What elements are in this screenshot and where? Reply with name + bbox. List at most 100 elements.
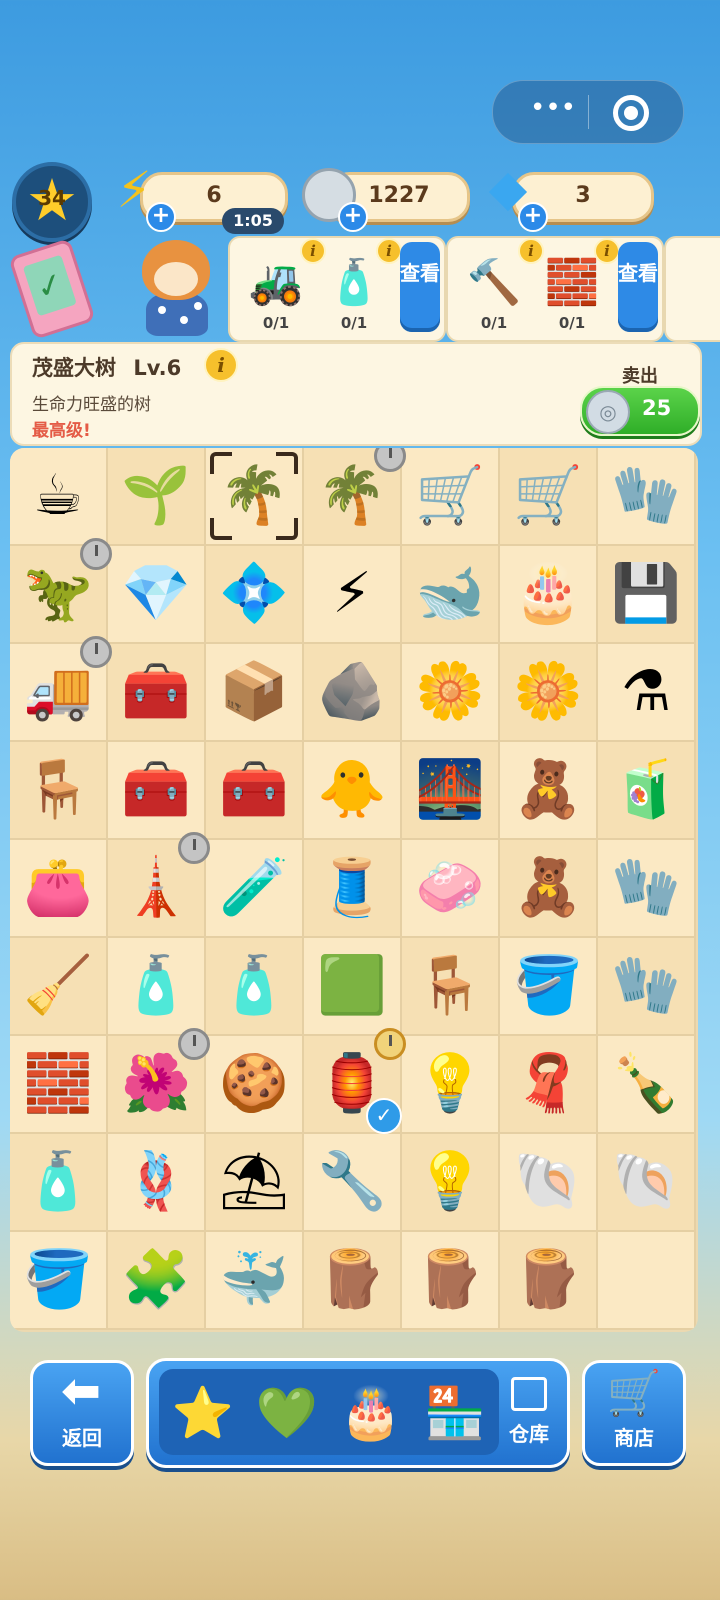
- board-cell[interactable]: 🪣: [500, 938, 598, 1036]
- board-cell[interactable]: 🧰: [206, 742, 304, 840]
- board-cell[interactable]: 🪢: [108, 1134, 206, 1232]
- board-cell[interactable]: 💡: [402, 1036, 500, 1134]
- board-cell[interactable]: 🧸: [500, 840, 598, 938]
- info-icon[interactable]: i: [300, 238, 326, 264]
- board-cell[interactable]: 🧤: [598, 938, 696, 1036]
- board-cell[interactable]: 🗼: [108, 832, 210, 938]
- board-cell[interactable]: 🟩: [304, 938, 402, 1036]
- board-cell[interactable]: 🪵: [304, 1232, 402, 1330]
- board-cell[interactable]: 🌴: [304, 448, 406, 546]
- board-cell[interactable]: 🧸: [500, 742, 598, 840]
- view-task-button[interactable]: 查看: [400, 242, 440, 332]
- board-cell[interactable]: 🛒: [500, 448, 598, 546]
- item-info-icon[interactable]: i: [204, 348, 238, 382]
- pisces-star-icon[interactable]: ⭐: [165, 1375, 241, 1451]
- board-cell[interactable]: 🪣: [10, 1232, 108, 1330]
- board-cell[interactable]: ⛱: [206, 1134, 304, 1232]
- coffee-bean-sack-icon: ☕: [32, 463, 84, 528]
- board-cell[interactable]: 🪑: [402, 938, 500, 1036]
- board-cell[interactable]: [598, 1232, 696, 1330]
- add-energy-button[interactable]: +: [146, 202, 176, 232]
- board-cell[interactable]: 🚚: [10, 636, 112, 742]
- board-cell[interactable]: 💎: [108, 546, 206, 644]
- shop-button[interactable]: 🛒 商店: [582, 1360, 686, 1466]
- board-cell[interactable]: 🧣: [500, 1036, 598, 1134]
- board-cell[interactable]: 🧴: [206, 938, 304, 1036]
- board-cell[interactable]: 🪵: [500, 1232, 598, 1330]
- board-cell[interactable]: 🪵: [402, 1232, 500, 1330]
- task-card-1[interactable]: 🚜 0/1 🧴 0/1 i i 查看: [228, 236, 446, 342]
- more-menu-icon[interactable]: •••: [523, 95, 583, 123]
- board-cell[interactable]: 🐋: [402, 546, 500, 644]
- board-cell[interactable]: 🧤: [598, 840, 696, 938]
- board-cell[interactable]: 🧵: [304, 840, 402, 938]
- board-cell[interactable]: 🧹: [10, 938, 108, 1036]
- board-cell[interactable]: 🔧: [304, 1134, 402, 1232]
- task-item-count: 0/1: [480, 314, 508, 332]
- task-card-2[interactable]: 🔨 0/1 🧱 0/1 i i 查看: [446, 236, 664, 342]
- board-cell[interactable]: 🧰: [108, 644, 206, 742]
- shiba-mascot[interactable]: [132, 232, 222, 336]
- board-cell[interactable]: 🧩: [108, 1232, 206, 1330]
- board-cell[interactable]: ⚗: [598, 644, 696, 742]
- board-cell[interactable]: 🍪: [206, 1036, 304, 1134]
- wooden-chair-icon: 🪑: [23, 757, 93, 822]
- info-icon[interactable]: i: [594, 238, 620, 264]
- board-cell[interactable]: 🌉: [402, 742, 500, 840]
- storage-button[interactable]: 仓库: [497, 1369, 561, 1457]
- board-cell[interactable]: 🧴: [108, 938, 206, 1036]
- board-cell[interactable]: 🧪: [206, 840, 304, 938]
- close-target-icon[interactable]: [613, 95, 649, 131]
- board-cell[interactable]: 👛: [10, 840, 108, 938]
- back-button[interactable]: ⬅ 返回: [30, 1360, 134, 1466]
- board-cell[interactable]: 🐚: [598, 1134, 696, 1232]
- sell-button[interactable]: ◎ 25: [580, 386, 700, 436]
- leo-heart-bottle-icon[interactable]: 💚: [249, 1375, 325, 1451]
- board-cell[interactable]: 🐳: [206, 1232, 304, 1330]
- board-cell[interactable]: ☕: [10, 448, 108, 546]
- phone-tasks-button[interactable]: ✓: [8, 238, 96, 340]
- board-cell[interactable]: 🌼: [500, 644, 598, 742]
- merge-board: ☕ 🌱 🌴 🌴 🛒 🛒 🧤 🦖 💎 💠 ⚡ 🐋 🎂 💾 🚚 🧰 📦 🪨 🌼 🌼 ⚗ 🪑 🧰 🧰 🐥 🌉 🧸 🧃 👛 🗼 🧪 🧵 🧼 🧸 🧤 🧹 🧴 🧴 🟩 🪑…: [10, 448, 698, 1332]
- ocean-cake-icon[interactable]: 🎂: [333, 1375, 409, 1451]
- view-task-button[interactable]: 查看: [618, 242, 658, 332]
- flower-planter-icon: 🌼: [415, 659, 485, 724]
- player-level-badge[interactable]: ★ 34: [12, 162, 92, 242]
- capsule-divider: [588, 95, 589, 129]
- board-cell[interactable]: 🌺: [108, 1028, 210, 1134]
- board-cell[interactable]: 🧴: [10, 1134, 108, 1232]
- market-stall-icon[interactable]: 🏪: [417, 1375, 493, 1451]
- board-cell[interactable]: 🪑: [10, 742, 108, 840]
- board-cell[interactable]: 🧤: [598, 448, 696, 546]
- board-cell[interactable]: 🧃: [598, 742, 696, 840]
- board-cell[interactable]: 💠: [206, 546, 304, 644]
- board-cell[interactable]: 💾: [598, 546, 696, 644]
- silver-coin-icon: ◎: [586, 390, 630, 434]
- trowel-icon: 🔧: [317, 1149, 387, 1214]
- board-cell[interactable]: 💡: [402, 1134, 500, 1232]
- board-cell[interactable]: 🌴: [206, 448, 304, 546]
- info-icon[interactable]: i: [376, 238, 402, 264]
- board-cell[interactable]: 🪨: [304, 644, 402, 742]
- board-cell[interactable]: 🌱: [108, 448, 206, 546]
- mini-program-capsule: •••: [492, 80, 684, 144]
- add-coins-button[interactable]: +: [338, 202, 368, 232]
- task-card-3-partial[interactable]: [664, 236, 720, 342]
- add-gems-button[interactable]: +: [518, 202, 548, 232]
- flower-bush-icon: 🌺: [121, 1051, 191, 1116]
- board-cell[interactable]: 🦖: [10, 538, 112, 644]
- board-cell[interactable]: 🧰: [108, 742, 206, 840]
- board-cell[interactable]: ⚡: [304, 546, 402, 644]
- board-cell[interactable]: 🏮 ✓: [304, 1028, 406, 1134]
- board-cell[interactable]: 🐚: [500, 1134, 598, 1232]
- board-cell[interactable]: 🌼: [402, 644, 500, 742]
- board-cell[interactable]: 📦: [206, 644, 304, 742]
- info-icon[interactable]: i: [518, 238, 544, 264]
- board-cell[interactable]: 🧱: [10, 1036, 108, 1134]
- board-cell[interactable]: 🧼: [402, 840, 500, 938]
- board-cell[interactable]: 🐥: [304, 742, 402, 840]
- board-cell[interactable]: 🛒: [402, 448, 500, 546]
- board-cell[interactable]: 🍾: [598, 1036, 696, 1134]
- board-cell[interactable]: 🎂: [500, 546, 598, 644]
- blue-toolbox-icon: 🧰: [121, 757, 191, 822]
